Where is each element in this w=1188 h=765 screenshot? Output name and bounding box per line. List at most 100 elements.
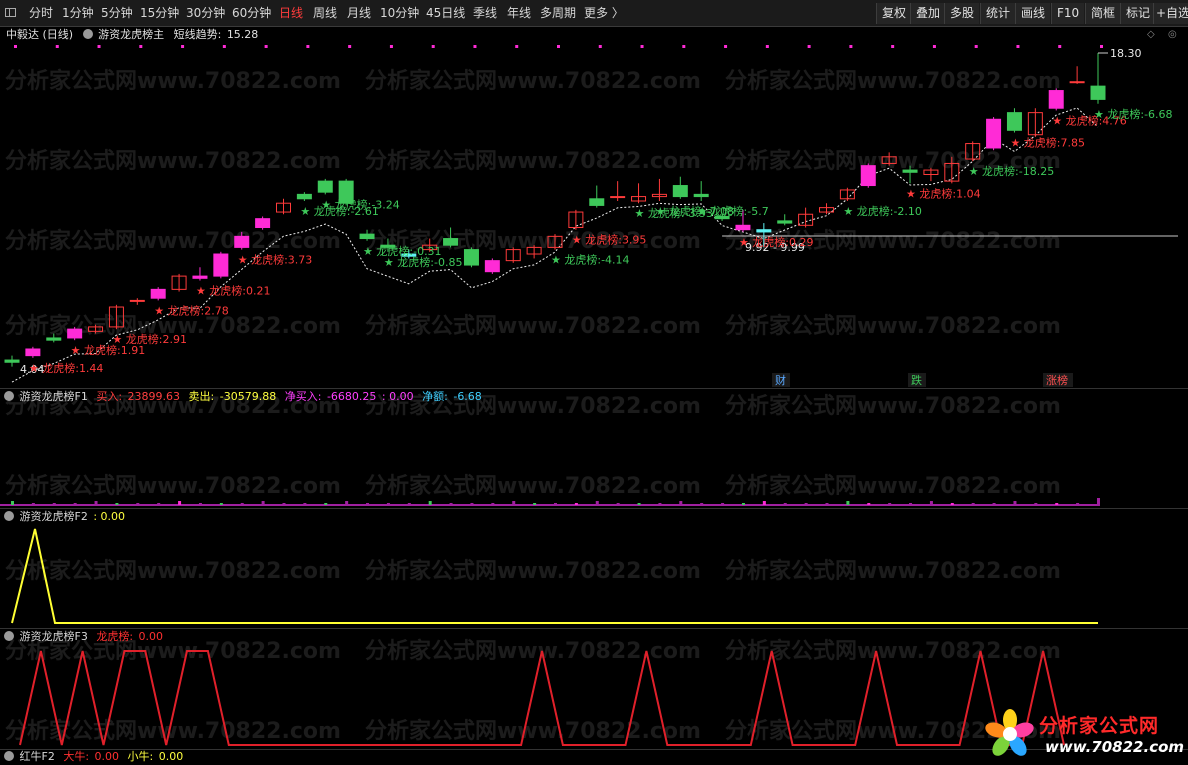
top-marker-dot: [97, 45, 101, 48]
window-icon[interactable]: [5, 8, 16, 17]
dragon-tiger-red-label: ★ 龙虎榜:3.73: [238, 253, 313, 267]
tab-45day[interactable]: 45日线: [426, 0, 465, 27]
candle: [777, 214, 793, 226]
f1-sell-value: -30579.88: [219, 390, 277, 403]
top-marker-dot: [181, 45, 185, 48]
candle: [568, 209, 584, 230]
candle: [986, 117, 1002, 151]
f1-bar: [533, 503, 537, 505]
dragon-tiger-green-label: ★ 龙虎榜:-18.25: [969, 164, 1055, 178]
top-marker-dot: [807, 45, 811, 48]
top-marker-dot: [932, 45, 936, 48]
f3-line: [19, 650, 1065, 746]
f1-bar: [52, 503, 56, 505]
tab-multiperiod[interactable]: 多周期: [540, 0, 576, 27]
tab-10min[interactable]: 10分钟: [380, 0, 419, 27]
site-logo: 分析家公式网 www.70822.com: [985, 706, 1184, 761]
tab-monthly[interactable]: 月线: [347, 0, 371, 27]
high-price-label: 18.30: [1110, 47, 1142, 60]
f1-bar: [136, 503, 140, 505]
f1-bar: [741, 503, 745, 505]
f1-netbuy-value: -6680.25: [326, 390, 377, 403]
f2-settings-dot-icon[interactable]: [4, 511, 14, 521]
f1-bar: [950, 503, 954, 505]
f1-bar: [637, 503, 641, 505]
f1-bar: [971, 503, 975, 505]
tab-1min[interactable]: 1分钟: [62, 0, 94, 27]
candle: [88, 324, 104, 334]
top-marker-dot: [640, 45, 644, 48]
f3-settings-dot-icon[interactable]: [4, 631, 14, 641]
tab-daily[interactable]: 日线: [279, 0, 303, 27]
candle: [526, 245, 542, 259]
candle-body: [317, 180, 333, 193]
simple-frame-button[interactable]: 简框: [1085, 3, 1121, 24]
f1-buy-value: 23899.63: [127, 390, 181, 403]
fuquan-button[interactable]: 复权: [876, 3, 912, 24]
f1-bar: [909, 503, 913, 505]
f1-bar: [31, 503, 35, 505]
dragon-tiger-red-label: ★ 龙虎榜:2.78: [154, 303, 229, 317]
candle-body: [693, 193, 709, 198]
candle-body: [1006, 112, 1022, 131]
f1-volume-chart[interactable]: [0, 405, 1188, 508]
dragon-tiger-red-label: ★ 龙虎榜:2.91: [112, 332, 187, 346]
tab-fenshi[interactable]: 分时: [29, 0, 53, 27]
candle: [317, 178, 333, 195]
f4-settings-dot-icon[interactable]: [4, 751, 14, 761]
statistics-button[interactable]: 统计: [980, 3, 1016, 24]
candle-body: [150, 288, 166, 299]
candle: [67, 326, 83, 341]
f1-net-label: 净额:: [422, 390, 448, 403]
f1-extra-value: : 0.00: [381, 390, 414, 403]
overlay-button[interactable]: 叠加: [910, 3, 946, 24]
candle: [129, 298, 145, 305]
dragon-tiger-red-label: ★ 龙虎榜:3.95: [572, 233, 647, 247]
multi-stock-button[interactable]: 多股: [944, 3, 980, 24]
dragon-tiger-red-label: ★ 龙虎榜:7.85: [1010, 136, 1085, 150]
candle-body: [1090, 85, 1106, 100]
tab-yearly[interactable]: 年线: [507, 0, 531, 27]
tab-30min[interactable]: 30分钟: [186, 0, 225, 27]
tab-weekly[interactable]: 周线: [313, 0, 337, 27]
tab-15min[interactable]: 15分钟: [140, 0, 179, 27]
candle: [1069, 66, 1085, 84]
dragon-tiger-red-label: ★ 龙虎榜:1.44: [29, 361, 104, 375]
f1-bar: [303, 503, 307, 505]
tab-quarterly[interactable]: 季线: [473, 0, 497, 27]
candle: [589, 185, 605, 208]
f1-bar: [240, 503, 244, 505]
f10-button[interactable]: F10: [1051, 3, 1085, 24]
tab-5min[interactable]: 5分钟: [101, 0, 133, 27]
candle: [860, 163, 876, 188]
f1-bar: [595, 501, 599, 505]
top-marker-dot: [431, 45, 435, 48]
candle-body: [756, 229, 772, 233]
f1-bar: [512, 501, 516, 505]
mark-button[interactable]: 标记: [1120, 3, 1156, 24]
candle: [944, 156, 960, 184]
f4-header: 红牛F2 大牛: 0.00 小牛: 0.00: [0, 749, 185, 765]
f3-value: 0.00: [138, 630, 164, 643]
candle: [443, 227, 459, 248]
candle: [902, 165, 918, 184]
draw-line-button[interactable]: 画线: [1015, 3, 1051, 24]
candle: [150, 287, 166, 301]
f1-net-value: -6.68: [453, 390, 482, 403]
f1-bar: [261, 501, 265, 505]
top-marker-dot: [389, 45, 393, 48]
add-watchlist-button[interactable]: +自选: [1153, 3, 1188, 24]
top-marker-dot: [473, 45, 477, 48]
f4-name: 红牛F2: [19, 750, 55, 763]
candle-body: [234, 235, 250, 248]
tab-60min[interactable]: 60分钟: [232, 0, 271, 27]
tab-more[interactable]: 更多 〉: [584, 0, 624, 27]
f1-settings-dot-icon[interactable]: [4, 391, 14, 401]
event-tag: 涨榜: [1046, 373, 1068, 387]
f1-bar: [386, 503, 390, 505]
f1-bar: [658, 503, 662, 505]
f2-line-chart[interactable]: [0, 525, 1188, 628]
top-marker-dot: [765, 45, 769, 48]
candlestick-chart[interactable]: 9.92 - 9.9918.304.04★ 龙虎榜:1.44★ 龙虎榜:1.91…: [0, 27, 1188, 389]
candle: [108, 304, 124, 330]
